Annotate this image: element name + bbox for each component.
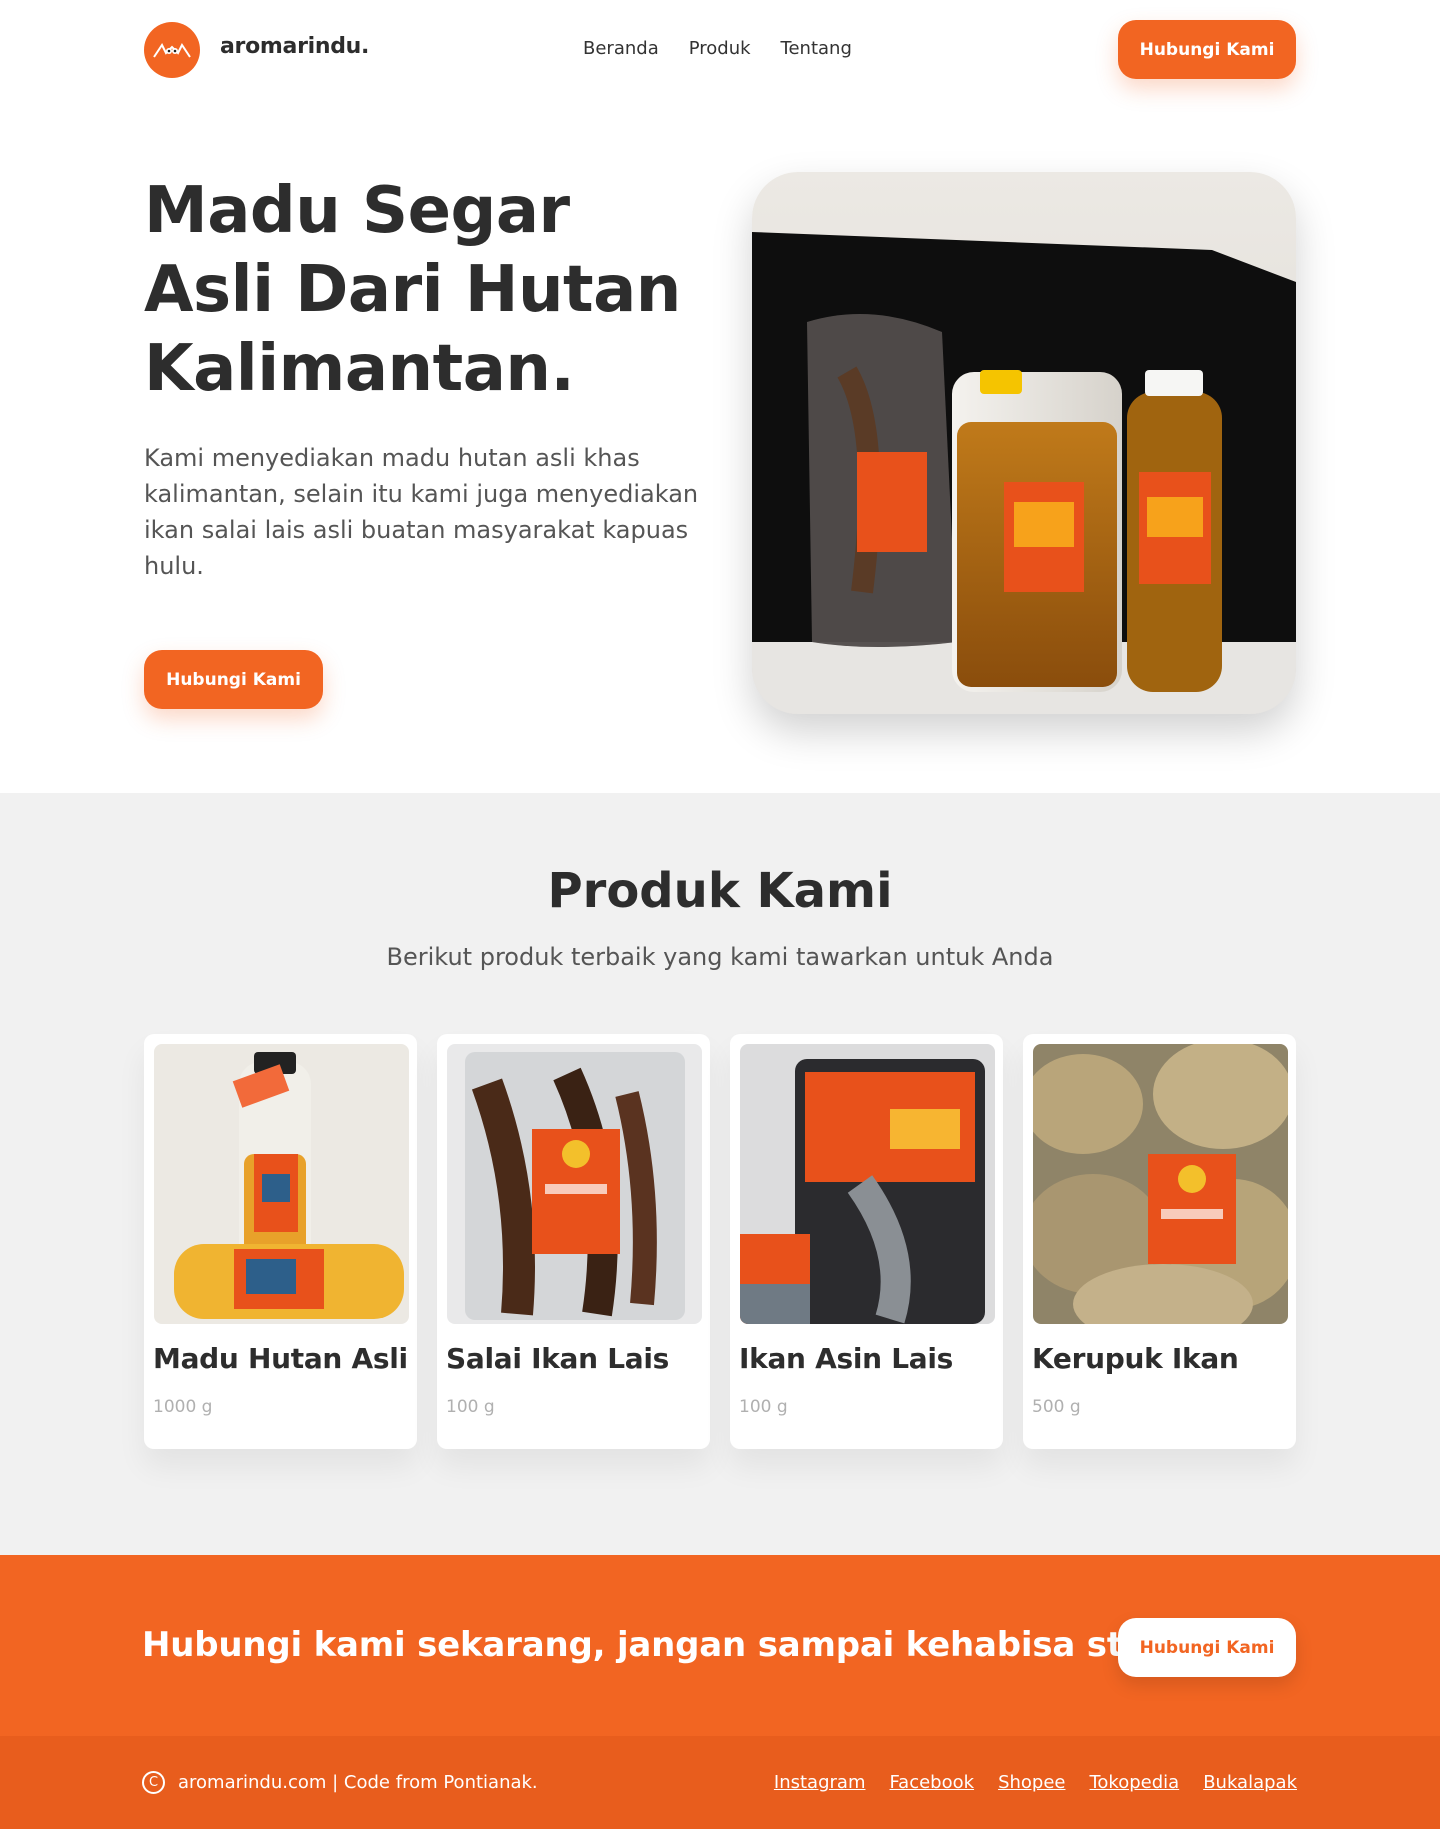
product-weight: 100 g: [739, 1397, 788, 1417]
cta-text: Hubungi kami sekarang, jangan sampai keh…: [142, 1625, 1182, 1665]
product-photo-madu: [154, 1044, 409, 1324]
footer-link-facebook[interactable]: Facebook: [889, 1772, 974, 1793]
products-subtitle: Berikut produk terbaik yang kami tawarka…: [386, 943, 1054, 971]
products-title: Produk Kami: [547, 863, 893, 919]
product-photo-ikan-asin: [740, 1044, 995, 1324]
footer-link-bukalapak[interactable]: Bukalapak: [1203, 1772, 1297, 1793]
product-photo-salai: [447, 1044, 702, 1324]
hero-contact-button[interactable]: Hubungi Kami: [144, 650, 323, 709]
main-menu: Beranda Produk Tentang: [583, 38, 852, 59]
footer: C aromarindu.com | Code from Pontianak. …: [0, 1736, 1440, 1829]
cta-contact-button[interactable]: Hubungi Kami: [1118, 1618, 1296, 1677]
product-card[interactable]: Madu Hutan Asli 1000 g: [144, 1034, 417, 1449]
footer-link-shopee[interactable]: Shopee: [998, 1772, 1065, 1793]
footer-link-tokopedia[interactable]: Tokopedia: [1089, 1772, 1179, 1793]
bee-logo-icon[interactable]: [144, 22, 200, 78]
navbar: aromarindu. Beranda Produk Tentang Hubun…: [0, 0, 1440, 100]
brand-name[interactable]: aromarindu.: [220, 34, 369, 59]
menu-item-tentang[interactable]: Tentang: [781, 38, 852, 59]
hero-description: Kami menyediakan madu hutan asli khas ka…: [144, 444, 699, 580]
products-section: Produk Kami Berikut produk terbaik yang …: [0, 793, 1440, 1555]
nav-contact-button[interactable]: Hubungi Kami: [1118, 20, 1296, 79]
product-name: Salai Ikan Lais: [446, 1342, 670, 1375]
hero-title: Madu Segar Asli Dari Hutan Kalimantan.: [144, 174, 681, 406]
product-photo-kerupuk: [1033, 1044, 1288, 1324]
product-list: Madu Hutan Asli 1000 g Salai Ikan Lais 1…: [144, 1034, 1296, 1449]
product-name: Kerupuk Ikan: [1032, 1342, 1239, 1375]
footer-copyright-text: aromarindu.com | Code from Pontianak.: [178, 1772, 538, 1793]
product-weight: 100 g: [446, 1397, 495, 1417]
product-card[interactable]: Kerupuk Ikan 500 g: [1023, 1034, 1296, 1449]
product-card[interactable]: Ikan Asin Lais 100 g: [730, 1034, 1003, 1449]
cta-banner: Hubungi kami sekarang, jangan sampai keh…: [0, 1555, 1440, 1736]
footer-link-instagram[interactable]: Instagram: [774, 1772, 866, 1793]
hero-product-photo: [752, 172, 1296, 714]
footer-links: Instagram Facebook Shopee Tokopedia Buka…: [774, 1772, 1297, 1793]
product-name: Ikan Asin Lais: [739, 1342, 954, 1375]
copyright-icon: C: [142, 1771, 165, 1794]
product-weight: 500 g: [1032, 1397, 1081, 1417]
product-name: Madu Hutan Asli: [153, 1342, 408, 1375]
product-card[interactable]: Salai Ikan Lais 100 g: [437, 1034, 710, 1449]
menu-item-produk[interactable]: Produk: [689, 38, 751, 59]
menu-item-beranda[interactable]: Beranda: [583, 38, 659, 59]
product-weight: 1000 g: [153, 1397, 213, 1417]
